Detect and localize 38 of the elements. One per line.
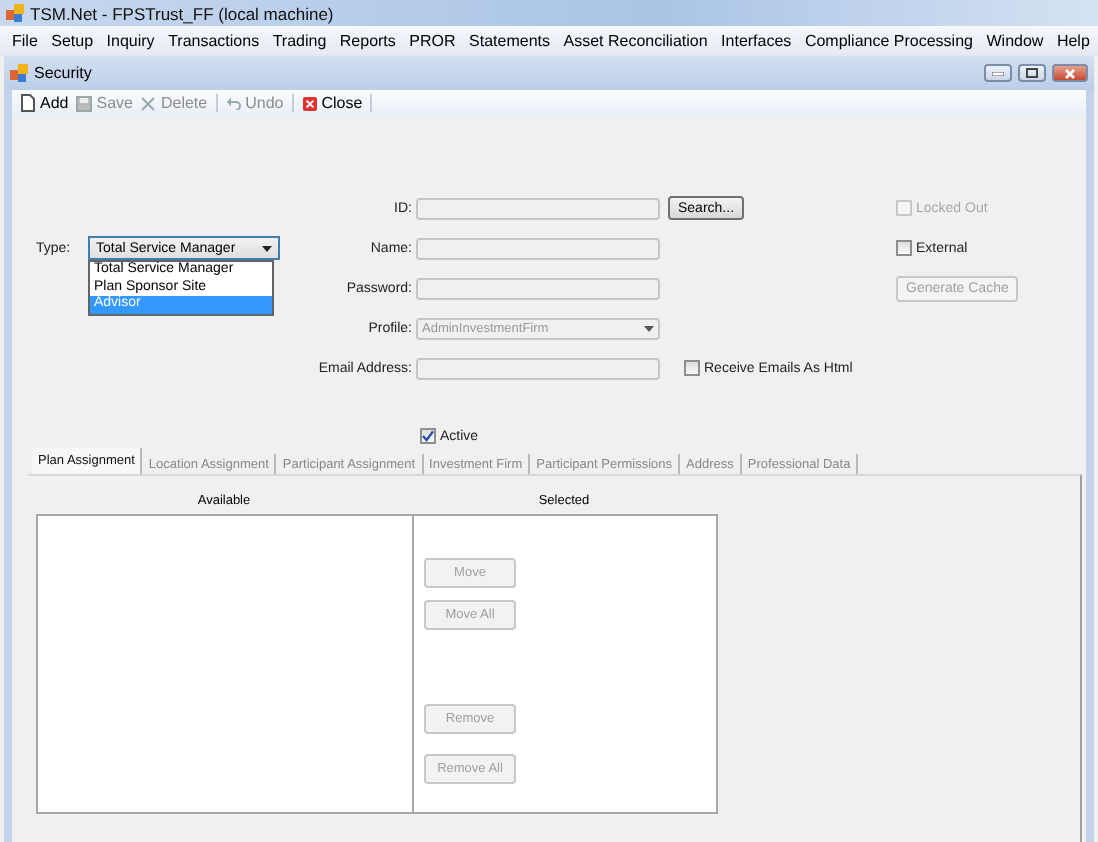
menu-item[interactable]: Compliance Processing (804, 32, 973, 50)
menu-item[interactable]: PROR (409, 32, 456, 50)
close-button[interactable] (1052, 64, 1088, 82)
app-icon (6, 4, 24, 22)
input-field[interactable] (416, 277, 660, 299)
menu-item[interactable]: Inquiry (106, 32, 155, 50)
menu-item[interactable]: Transactions (168, 32, 260, 50)
close-icon (1064, 67, 1076, 79)
new-page-icon (20, 94, 36, 112)
input-field[interactable] (416, 357, 660, 379)
caret-icon (644, 325, 654, 331)
minimize-icon (992, 71, 1004, 75)
menu-item[interactable]: Trading (272, 32, 327, 50)
input-field[interactable] (416, 237, 660, 259)
child-window-title: Security (34, 64, 94, 82)
checkbox[interactable] (896, 240, 912, 256)
maximize-icon (1026, 68, 1038, 78)
menu-item[interactable]: Help (1056, 32, 1090, 50)
x-icon (140, 95, 157, 111)
maximize-button[interactable] (1018, 64, 1046, 82)
caret-icon (262, 245, 272, 251)
window-title: TSM.Net - FPSTrust_FF (local machine) (30, 3, 334, 23)
menu-item[interactable]: Setup (51, 32, 94, 50)
checkmark-icon (422, 430, 434, 442)
menu-item[interactable]: Window (986, 32, 1044, 50)
checkbox[interactable] (420, 428, 436, 444)
menu-item[interactable]: Interfaces (721, 32, 792, 50)
undo-arrow-icon (225, 96, 242, 110)
menu-item[interactable]: Asset Reconciliation (563, 32, 708, 50)
checkbox[interactable] (684, 360, 700, 376)
menu-item[interactable]: Reports (339, 32, 396, 50)
toolbar-button[interactable]: Close (301, 94, 363, 112)
app-icon (10, 64, 28, 82)
menu-item[interactable]: File (12, 32, 38, 50)
menu-item[interactable]: Statements (469, 32, 550, 50)
toolbar-button[interactable]: Add (20, 94, 69, 112)
close-icon (301, 95, 318, 111)
input-field[interactable] (416, 197, 660, 219)
